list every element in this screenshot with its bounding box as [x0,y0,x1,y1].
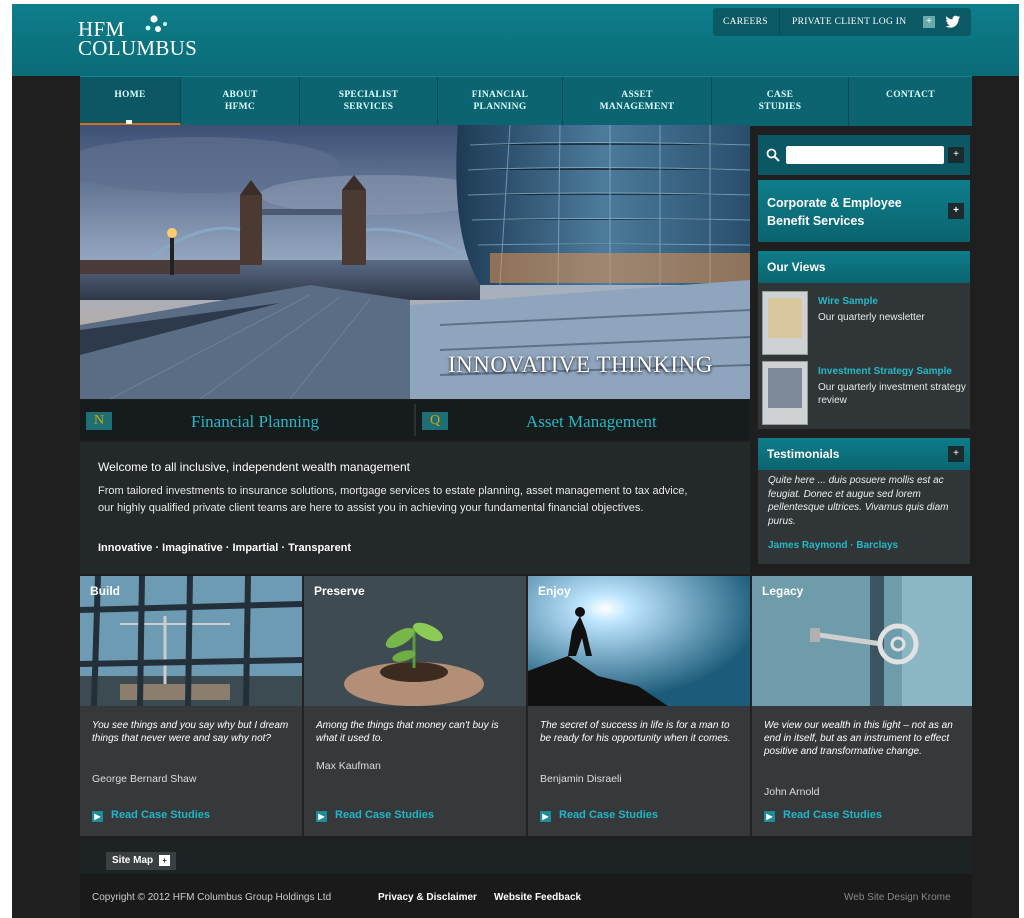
card-quote: We view our wealth in this light – not a… [764,720,953,757]
promo-label: Asset Management [526,412,657,431]
search-box: + [758,135,970,175]
card-quote: The secret of success in life is for a m… [540,720,731,744]
card-title: Build [90,584,120,598]
our-views-panel: Our Views Wire Sample Our quarterly news… [758,251,970,429]
site-logo[interactable]: HFM COLUMBUS [78,15,198,60]
link-label: Read Case Studies [559,809,659,821]
card-author: John Arnold [764,786,820,798]
card-title: Enjoy [538,584,571,598]
read-case-studies-link[interactable]: ▶ Read Case Studies [316,809,434,822]
card-quote: You see things and you say why but I dre… [92,720,289,744]
welcome-section: Welcome to all inclusive, independent we… [80,442,750,574]
site-header: HFM COLUMBUS CAREERS PRIVATE CLIENT LOG … [12,4,1019,76]
welcome-title: Welcome to all inclusive, independent we… [98,460,410,474]
expand-icon: + [159,855,171,866]
nav-contact[interactable]: CONTACT [849,77,972,126]
corporate-benefit-label: Corporate & Employee Benefit Services [767,196,902,228]
testimonials-more-button[interactable]: + [948,446,964,462]
arrow-icon: ▶ [316,811,327,822]
site-footer: Copyright © 2012 HFM Columbus Group Hold… [80,874,972,918]
link-label: Read Case Studies [111,809,211,821]
promo-financial-planning[interactable]: N Financial Planning [80,404,410,436]
card-preserve: Preserve Among the things that money can… [304,576,528,836]
search-icon [766,148,780,162]
card-title: Preserve [314,584,365,598]
card-author: Max Kaufman [316,760,381,772]
card-legacy: Legacy We view our wealth in this light … [752,576,972,836]
view-item-desc: Our quarterly investment strategy review [818,382,966,406]
arrow-icon: ▶ [92,811,103,822]
asset-management-icon: Q [422,412,448,430]
client-login-link[interactable]: PRIVATE CLIENT LOG IN [792,17,906,27]
our-views-title: Our Views [758,251,970,283]
hero-caption: INNOVATIVE THINKING [448,352,713,377]
welcome-tagline: Innovative · Imaginative · Impartial · T… [98,542,352,554]
careers-link[interactable]: CAREERS [723,17,768,27]
nav-home[interactable]: HOME [80,77,181,126]
card-title: Legacy [762,584,804,598]
page: HFM COLUMBUS CAREERS PRIVATE CLIENT LOG … [12,4,1019,918]
arrow-icon: ▶ [764,811,775,822]
sitemap-bar: Site Map + [80,838,972,874]
service-promo-strip: N Financial Planning Q Asset Management [80,400,750,440]
privacy-link[interactable]: Privacy & Disclaimer [378,892,477,903]
feedback-link[interactable]: Website Feedback [494,892,581,903]
financial-planning-icon: N [86,412,112,430]
testimonials-panel: Testimonials + Quite here ... duis posue… [758,438,970,564]
promo-label: Financial Planning [191,412,319,431]
view-item-title[interactable]: Wire Sample [818,296,878,307]
welcome-body: From tailored investments to insurance s… [98,485,688,514]
nav-financial-planning[interactable]: FINANCIAL PLANNING [438,77,563,126]
nav-about[interactable]: ABOUT HFMC [181,77,300,126]
card-author: Benjamin Disraeli [540,773,622,785]
read-case-studies-link[interactable]: ▶ Read Case Studies [764,809,882,822]
sitemap-label: Site Map [112,855,154,866]
card-author: George Bernard Shaw [92,773,197,785]
logo-dots-icon [145,15,167,32]
view-item-desc: Our quarterly newsletter [818,312,925,323]
read-case-studies-link[interactable]: ▶ Read Case Studies [540,809,658,822]
search-submit-button[interactable]: + [948,147,964,163]
testimonials-title: Testimonials [758,438,970,470]
testimonial-quote: Quite here ... duis posuere mollis est a… [768,475,949,527]
hero-banner[interactable]: INNOVATIVE THINKING [80,125,750,399]
card-build: Build You see things and you say why but… [80,576,304,836]
view-item-title[interactable]: Investment Strategy Sample [818,366,952,377]
corporate-benefit-link[interactable]: Corporate & Employee Benefit Services + [758,180,970,242]
link-label: Read Case Studies [783,809,883,821]
search-input[interactable] [786,146,944,164]
logo-line2: COLUMBUS [78,36,198,60]
arrow-icon: ▶ [540,811,551,822]
main-nav: HOME ABOUT HFMC SPECIALIST SERVICES FINA… [80,76,972,126]
testimonial-author: James Raymond · Barclays [768,540,899,551]
sitemap-button[interactable]: Site Map + [106,852,177,870]
design-credit-link[interactable]: Web Site Design Krome [844,892,951,903]
nav-case-studies[interactable]: CASE STUDIES [712,77,849,126]
view-item[interactable]: Wire Sample Our quarterly newsletter [762,287,968,357]
login-arrow-icon[interactable]: + [923,16,935,28]
corporate-arrow-icon[interactable]: + [948,203,964,219]
link-label: Read Case Studies [335,809,435,821]
copyright-text: Copyright © 2012 HFM Columbus Group Hold… [92,892,332,903]
twitter-icon[interactable] [945,15,961,29]
top-links: CAREERS PRIVATE CLIENT LOG IN + [713,8,971,36]
promo-asset-management[interactable]: Q Asset Management [418,404,750,436]
card-quote: Among the things that money can't buy is… [316,720,499,744]
nav-specialist-services[interactable]: SPECIALIST SERVICES [300,77,438,126]
strategy-thumbnail [762,361,808,425]
read-case-studies-link[interactable]: ▶ Read Case Studies [92,809,210,822]
view-item[interactable]: Investment Strategy Sample Our quarterly… [762,357,968,427]
philosophy-cards: Build You see things and you say why but… [80,576,972,836]
nav-asset-management[interactable]: ASSET MANAGEMENT [563,77,712,126]
newsletter-thumbnail [762,291,808,355]
card-enjoy: Enjoy The secret of success in life is f… [528,576,752,836]
